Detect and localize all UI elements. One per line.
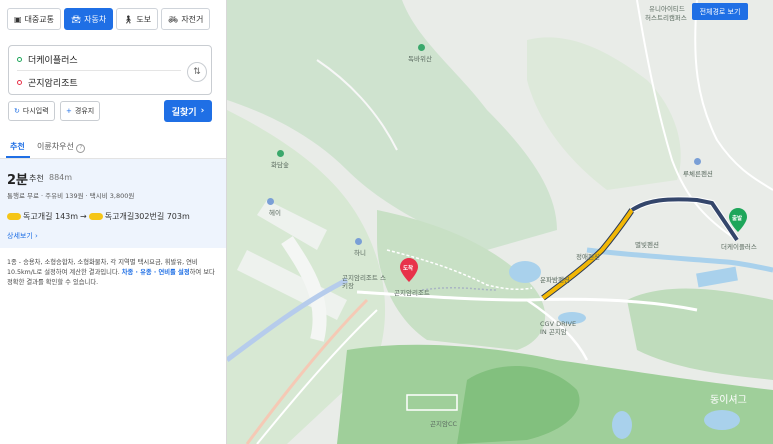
map-label-unnam: 운파밤펜션 — [540, 276, 570, 284]
mode-car-label: 자동차 — [84, 14, 107, 24]
road-from: 독고개길 143m — [23, 212, 79, 221]
waypoint-label: 경유지 — [74, 107, 95, 115]
map-label-gonjicc: 곤지암CC — [430, 420, 458, 428]
route-divider — [17, 70, 181, 71]
bus-icon: ▣ — [14, 14, 22, 24]
walk-icon: 🚶︎ — [123, 14, 134, 24]
help-icon[interactable]: ? — [76, 144, 86, 153]
map-label-tkplus: 더케이플러스 — [721, 243, 757, 251]
plus-icon: + — [66, 107, 72, 115]
start-marker-label: 출발 — [732, 216, 743, 222]
bicycle-icon: 🚲︎ — [168, 14, 179, 24]
result-summary: 통행료 무료 · 주유비 139원 · 택시비 3,800원 — [7, 192, 135, 200]
route-option-tabs: 추천 이륜차우선 ? — [0, 138, 226, 159]
directions-panel: ▣ 대중교통 🚘︎ 자동차 🚶︎ 도보 🚲︎ 자전거 더케이플러스 곤지암리조트… — [0, 0, 227, 444]
notice-settings-link[interactable]: 차종 · 유종 · 연비를 설정 — [122, 269, 190, 276]
map-label-cgv: CGV DRIVE IN 곤지암 — [540, 320, 577, 336]
origin-field[interactable]: 더케이플러스 — [17, 53, 78, 66]
destination-field[interactable]: 곤지암리조트 — [17, 76, 78, 89]
map-view[interactable]: 유니아이티드 허스트리캠퍼스 독바위산 화담숲 헤이 하니 루체른펜션 별빛펜션… — [227, 0, 773, 444]
destination-dot-icon — [17, 80, 22, 85]
active-tab-indicator — [6, 156, 30, 158]
find-route-button[interactable]: 길찾기 › — [164, 100, 212, 122]
road-pill-icon — [88, 213, 103, 220]
chevron-right-icon: › — [35, 232, 38, 240]
road-to: 독고개길302번길 703m — [104, 212, 190, 221]
road-arrow: → — [80, 212, 87, 221]
origin-dot-icon — [17, 57, 22, 62]
park-poi-icon[interactable] — [277, 150, 284, 157]
lodging-poi-icon[interactable] — [694, 158, 701, 165]
details-link[interactable]: 상세보기 › — [7, 231, 38, 241]
swap-icon: ⇅ — [193, 67, 201, 77]
result-road-sequence: 독고개길 143m → 독고개길302번길 703m — [7, 211, 190, 222]
add-waypoint-button[interactable]: + 경유지 — [60, 101, 101, 121]
mode-walk-button[interactable]: 🚶︎ 도보 — [116, 8, 159, 30]
mode-transit-label: 대중교통 — [24, 14, 55, 24]
chevron-right-icon: › — [200, 106, 205, 116]
route-result-card[interactable]: 2분 추천 884m 통행료 무료 · 주유비 139원 · 택시비 3,800… — [0, 159, 226, 248]
reset-button[interactable]: ↻ 다시입력 — [8, 101, 55, 121]
car-icon: 🚘︎ — [71, 14, 82, 24]
fuel-notice: 1종 - 승용차, 소형승합차, 소형화물차, 각 지역별 택시요금, 휘발유,… — [7, 258, 221, 288]
result-distance: 884m — [49, 173, 73, 182]
map-label-ski: 곤지암리조트 스키장 — [342, 274, 386, 290]
transport-mode-tabs: ▣ 대중교통 🚘︎ 자동차 🚶︎ 도보 🚲︎ 자전거 — [7, 8, 211, 30]
mode-bicycle-button[interactable]: 🚲︎ 자전거 — [161, 8, 211, 30]
mode-walk-label: 도보 — [136, 14, 152, 24]
reset-label: 다시입력 — [22, 107, 49, 115]
result-tag: 추천 — [29, 174, 44, 183]
find-route-label: 길찾기 — [171, 107, 197, 118]
map-label-resort: 곤지암리조트 — [394, 289, 430, 297]
swap-route-button[interactable]: ⇅ — [187, 62, 207, 82]
route-inputs: 더케이플러스 곤지암리조트 ⇅ — [8, 45, 212, 95]
refresh-icon: ↻ — [14, 107, 20, 115]
map-label-byeolbit: 별빛펜션 — [635, 241, 659, 249]
result-time: 2분 — [7, 173, 29, 188]
lift-poi-icon[interactable] — [355, 238, 362, 245]
destination-marker-label: 도착 — [403, 266, 414, 272]
map-label-hani: 하니 — [354, 249, 366, 257]
map-canvas — [227, 0, 773, 444]
mode-bicycle-label: 자전거 — [181, 14, 204, 24]
map-label-hwadam: 화담숲 — [271, 161, 289, 169]
mode-transit-button[interactable]: ▣ 대중교통 — [7, 8, 62, 30]
map-label-jeongaeun: 정애펜션 — [576, 253, 600, 261]
map-label-dongae: 동이셔그 — [710, 395, 747, 406]
destination-value: 곤지암리조트 — [28, 79, 78, 89]
tab-recommended[interactable]: 추천 — [10, 141, 25, 152]
lift-poi-icon[interactable] — [267, 198, 274, 205]
mode-car-button[interactable]: 🚘︎ 자동차 — [64, 8, 114, 30]
mountain-poi-icon[interactable] — [418, 44, 425, 51]
details-label: 상세보기 — [7, 232, 33, 240]
map-label-lunari: 루체른펜션 — [683, 170, 713, 178]
road-pill-icon — [7, 213, 21, 220]
map-label-univ2: 허스트리캠퍼스 — [645, 14, 687, 22]
view-full-route-button[interactable]: 전체경로 보기 — [692, 3, 748, 20]
origin-value: 더케이플러스 — [28, 56, 78, 66]
map-label-dokba: 독바위산 — [408, 55, 432, 63]
tab-motorcycle-priority[interactable]: 이륜차우선 ? — [37, 141, 86, 153]
tab-motorcycle-label: 이륜차우선 — [37, 142, 74, 151]
map-label-heyri: 헤이 — [269, 209, 281, 217]
